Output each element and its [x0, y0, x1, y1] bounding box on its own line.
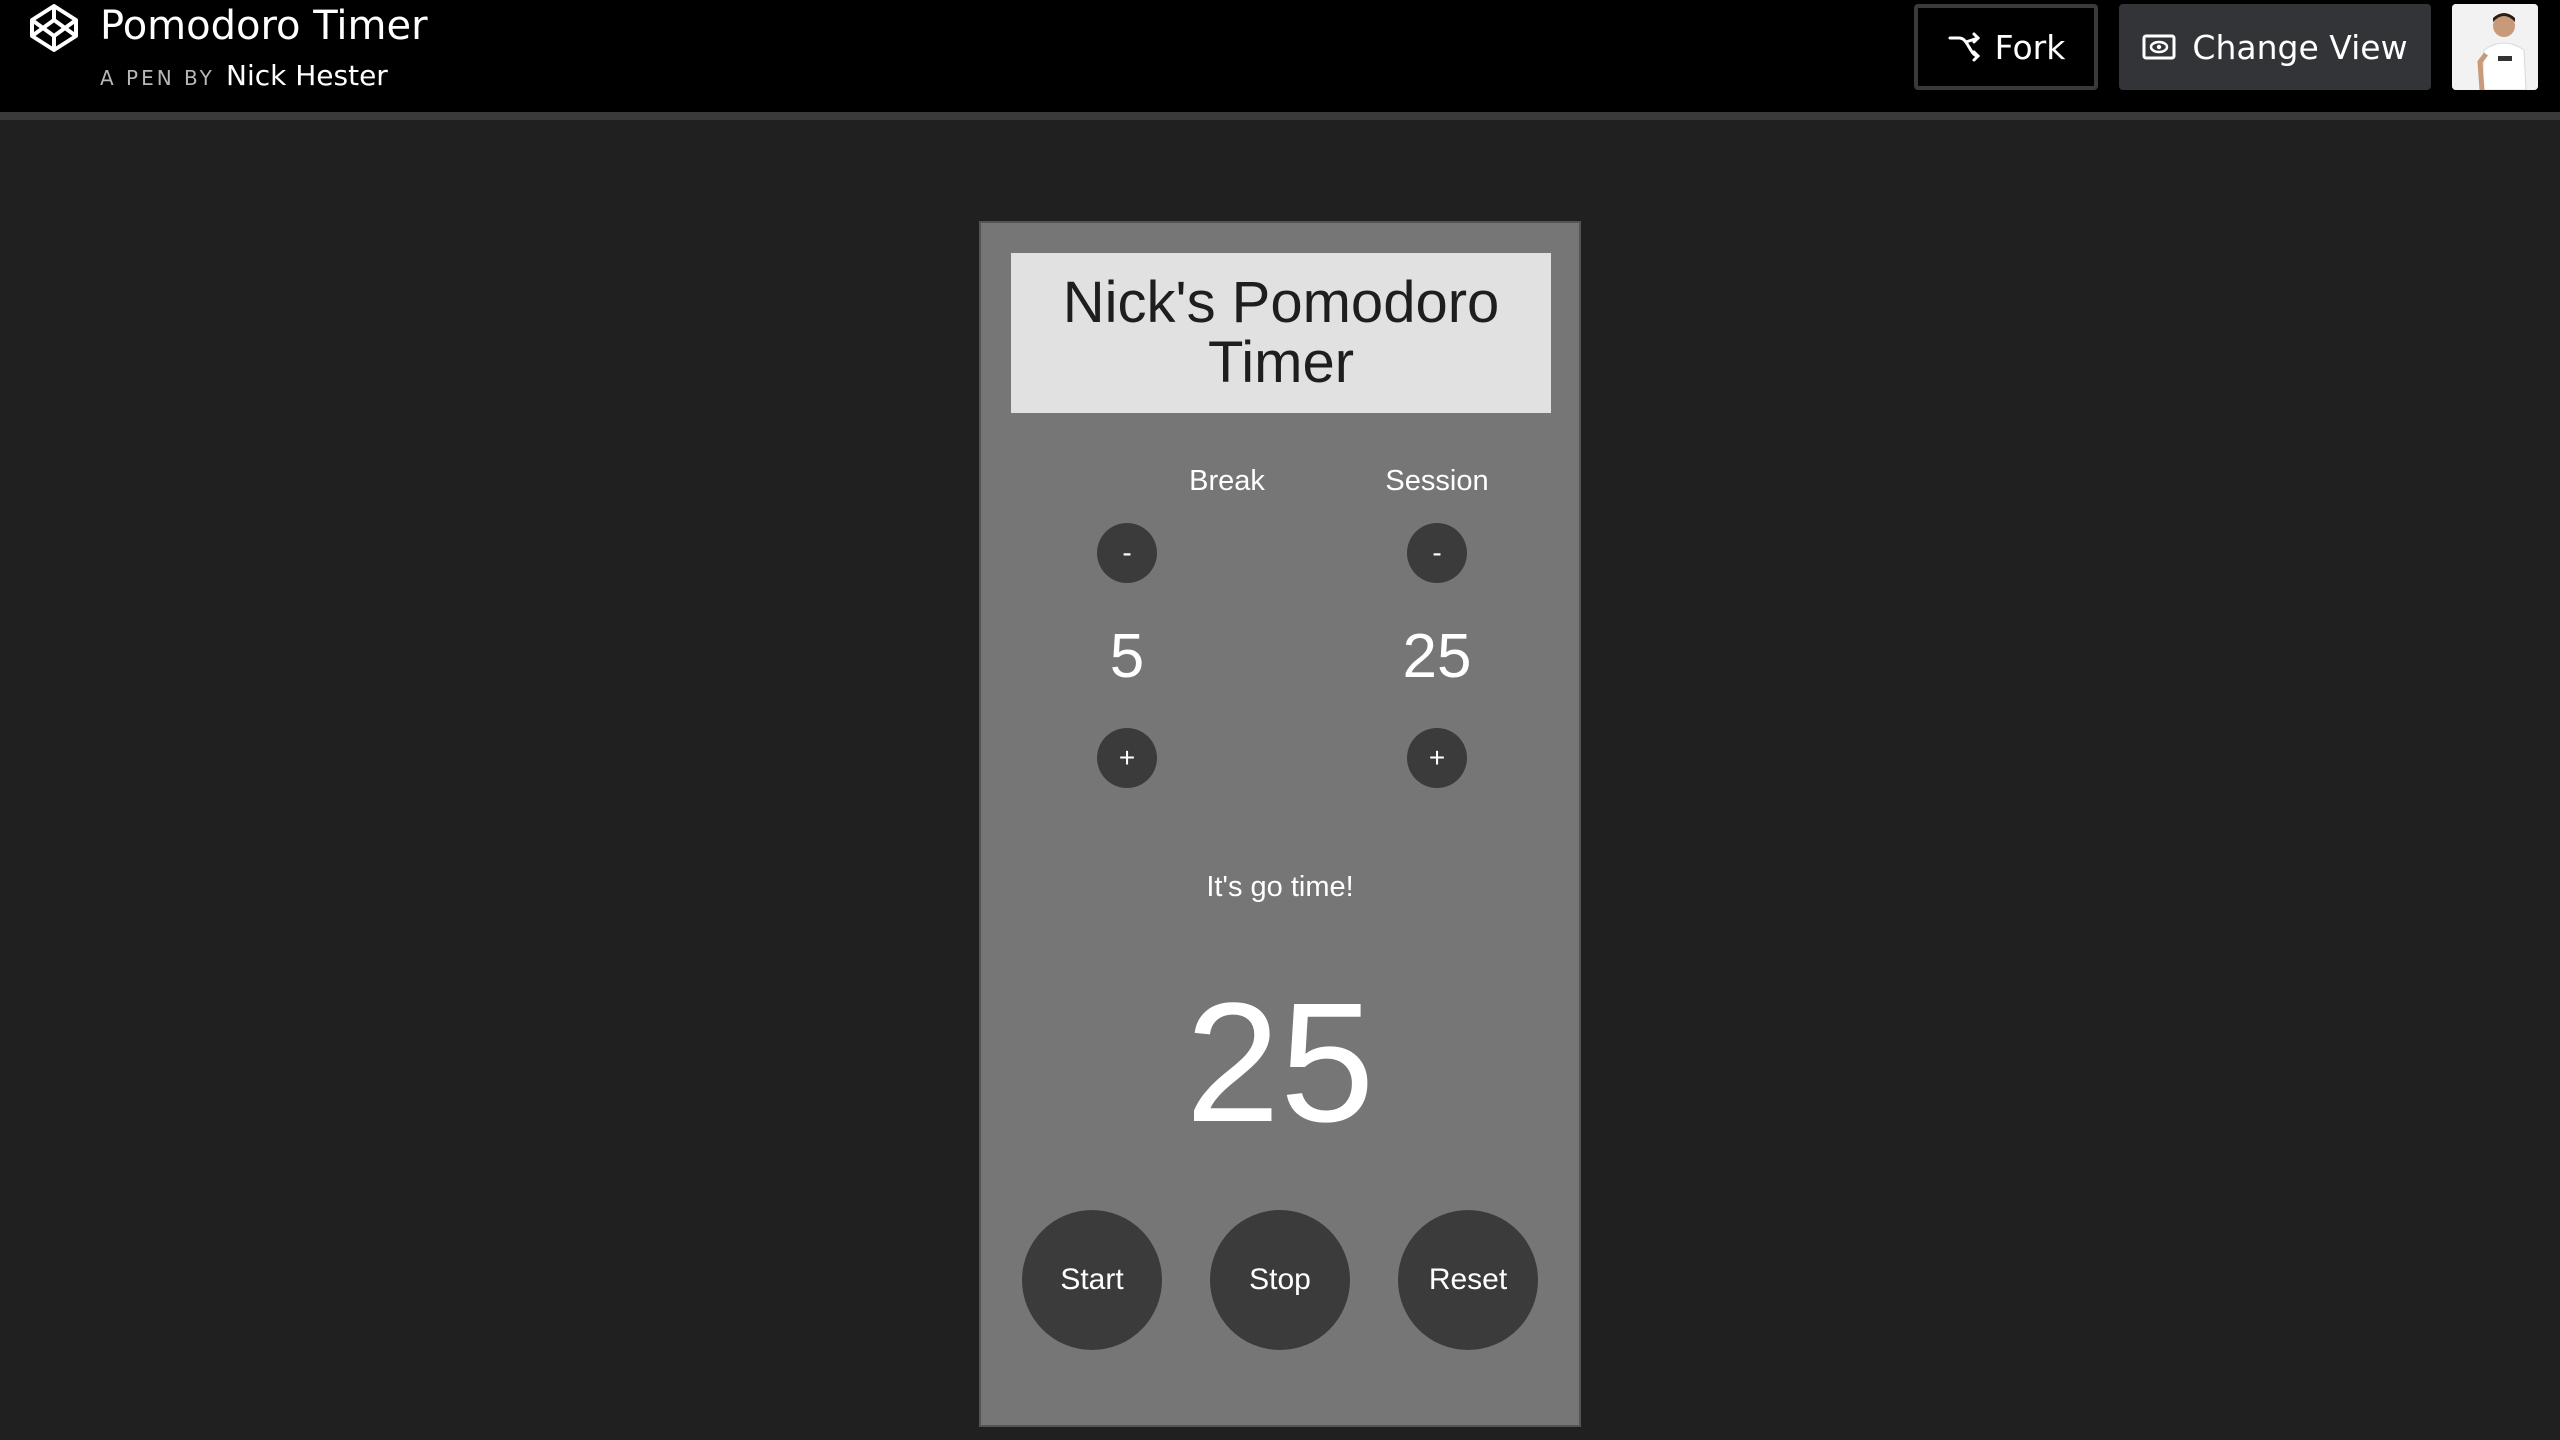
session-length-value: 25: [1402, 622, 1472, 691]
fork-label: Fork: [1994, 27, 2066, 67]
author-link[interactable]: Nick Hester: [226, 59, 388, 92]
break-length-value: 5: [1109, 622, 1145, 691]
eye-icon: [2142, 34, 2176, 60]
pomodoro-card: Nick's Pomodoro Timer Break - 5 + Sessio…: [979, 221, 1581, 1427]
user-avatar[interactable]: [2452, 4, 2538, 90]
session-decrement-button[interactable]: -: [1407, 523, 1467, 583]
pen-title: Pomodoro Timer: [100, 3, 428, 49]
change-view-button[interactable]: Change View: [2119, 4, 2431, 90]
fork-button[interactable]: Fork: [1914, 4, 2098, 90]
start-button[interactable]: Start: [1022, 1210, 1162, 1350]
pen-byline: A PEN BY Nick Hester: [100, 58, 388, 98]
session-increment-button[interactable]: +: [1407, 728, 1467, 788]
break-decrement-button[interactable]: -: [1097, 523, 1157, 583]
change-view-label: Change View: [2192, 27, 2408, 67]
time-display: 25: [1185, 968, 1375, 1158]
stop-button[interactable]: Stop: [1210, 1210, 1350, 1350]
pen-by-prefix: A PEN BY: [100, 66, 215, 90]
avatar-image: [2452, 4, 2538, 90]
session-label: Session: [1385, 465, 1489, 497]
codepen-logo-icon[interactable]: [28, 2, 80, 54]
break-increment-button[interactable]: +: [1097, 728, 1157, 788]
timer-title: Nick's Pomodoro Timer: [1062, 270, 1500, 395]
timer-status: It's go time!: [1206, 871, 1354, 903]
fork-icon: [1948, 32, 1980, 62]
codepen-header: Pomodoro Timer A PEN BY Nick Hester Fork…: [0, 0, 2560, 120]
timer-title-box: Nick's Pomodoro Timer: [1011, 253, 1551, 413]
reset-button[interactable]: Reset: [1398, 1210, 1538, 1350]
break-label: Break: [1189, 465, 1265, 497]
